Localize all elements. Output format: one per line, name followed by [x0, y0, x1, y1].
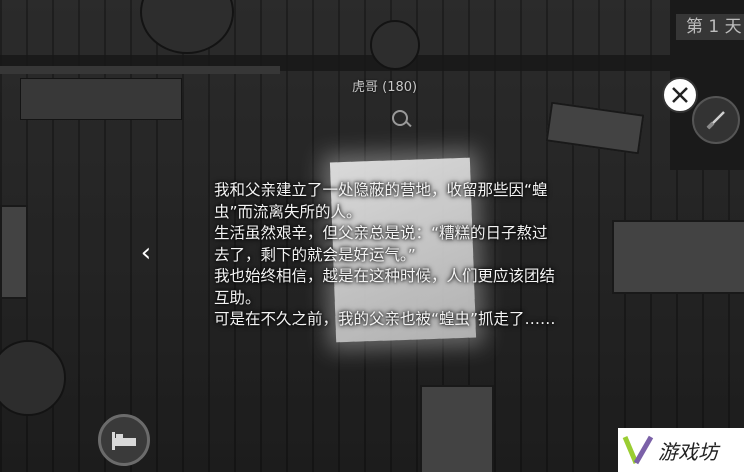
bed-button[interactable] [98, 414, 150, 466]
tool-button[interactable] [692, 96, 740, 144]
zoom-in-icon[interactable] [392, 110, 408, 126]
watermark: 游戏坊 [618, 428, 744, 472]
story-dialogue: 我和父亲建立了一处隐蔽的营地，收留那些因“蝗 虫”而流离失所的人。 生活虽然艰辛… [214, 180, 590, 331]
watermark-logo [622, 435, 654, 465]
dialogue-line: 我也始终相信，越是在这种时候，人们更应该团结 [214, 267, 556, 285]
chevron-left-icon[interactable]: ‹ [134, 240, 158, 266]
day-counter: 第 1 天 [676, 14, 744, 40]
dialogue-line: 去了，剩下的就会是好运气。” [214, 245, 416, 264]
bed-icon [112, 432, 136, 450]
close-button[interactable] [662, 77, 698, 113]
dialogue-line: 虫”而流离失所的人。 [214, 202, 362, 221]
knife-icon [706, 111, 725, 130]
npc-name-label: 虎哥 (180) [352, 80, 418, 95]
close-icon [672, 87, 688, 103]
dialogue-line: 互助。 [214, 288, 261, 307]
dialogue-line: 可是在不久之前，我的父亲也被“蝗虫”抓走了…… [214, 310, 556, 328]
dialogue-line: 生活虽然艰辛，但父亲总是说：“糟糕的日子熬过 [214, 224, 548, 242]
watermark-text: 游戏坊 [658, 439, 718, 464]
dialogue-line: 我和父亲建立了一处隐蔽的营地，收留那些因“蝗 [214, 181, 548, 199]
